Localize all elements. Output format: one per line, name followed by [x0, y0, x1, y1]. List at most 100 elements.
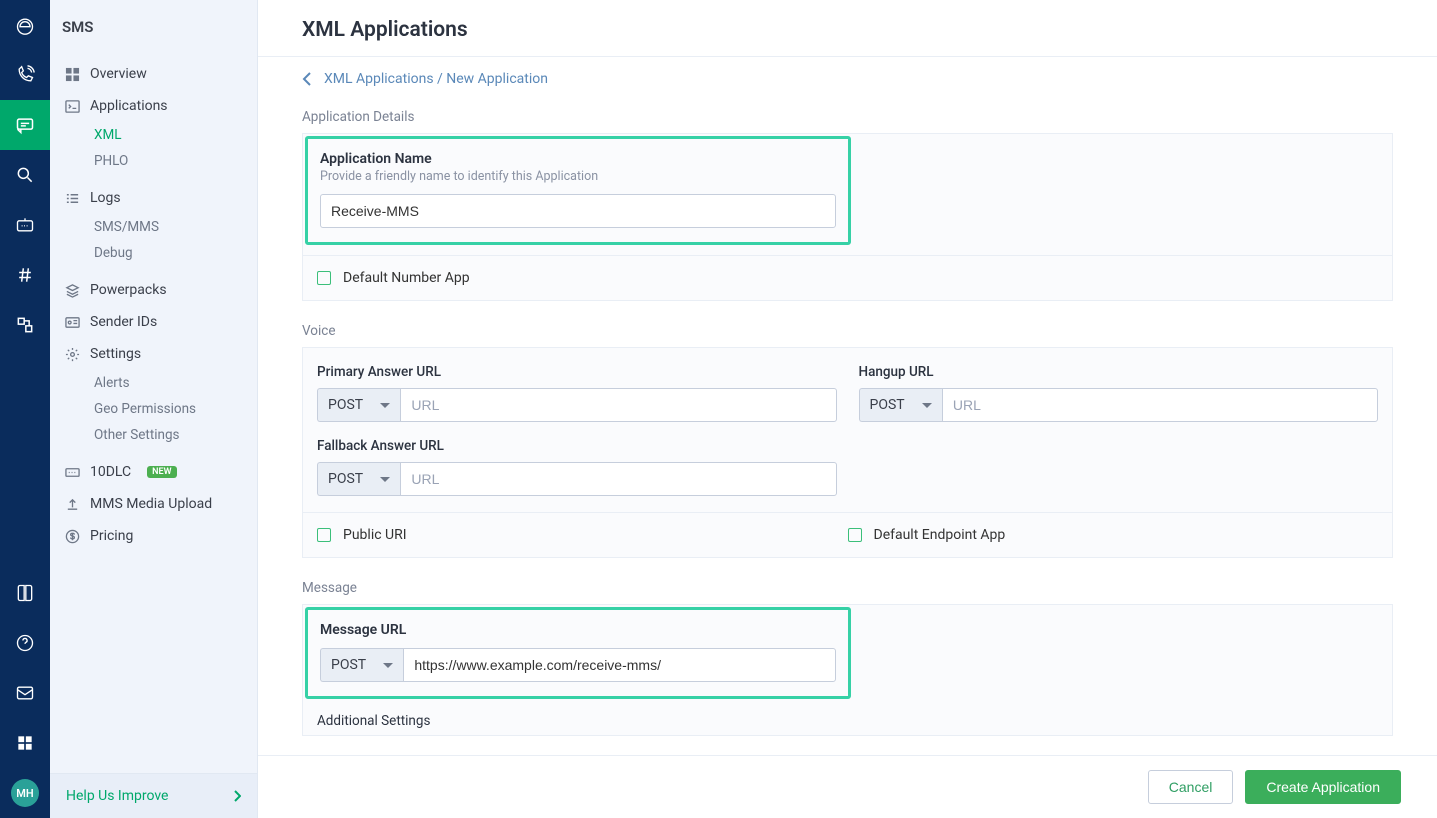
- nav-sender-ids[interactable]: Sender IDs: [50, 306, 257, 338]
- nav-applications-phlo[interactable]: PHLO: [50, 148, 257, 174]
- hangup-url-label: Hangup URL: [859, 364, 1379, 380]
- nav-powerpacks[interactable]: Powerpacks: [50, 274, 257, 306]
- chevron-down-icon: [380, 403, 390, 408]
- badge-new: NEW: [147, 466, 176, 478]
- nav-10dlc[interactable]: 10DLC NEW: [50, 456, 257, 488]
- panel-application-details: Application Name Provide a friendly name…: [302, 133, 1393, 301]
- rail-trunk-icon[interactable]: [0, 300, 50, 350]
- help-label: Help Us Improve: [66, 788, 168, 804]
- chevron-right-icon: [233, 790, 241, 802]
- nav-logs-debug[interactable]: Debug: [50, 240, 257, 266]
- highlight-message-url: Message URL POST: [305, 607, 851, 699]
- chevron-down-icon: [922, 403, 932, 408]
- nav-pricing[interactable]: Pricing: [50, 520, 257, 552]
- nav-label: 10DLC: [90, 464, 131, 480]
- side-nav: SMS Overview Applications XML PHLO Logs …: [50, 0, 258, 818]
- nav-applications[interactable]: Applications: [50, 90, 257, 122]
- message-url-input[interactable]: [403, 648, 836, 682]
- method-value: POST: [870, 397, 905, 413]
- nav-settings-geo[interactable]: Geo Permissions: [50, 396, 257, 422]
- chevron-left-icon: [302, 72, 318, 86]
- nav-settings-alerts[interactable]: Alerts: [50, 370, 257, 396]
- default-number-label: Default Number App: [343, 270, 470, 286]
- default-endpoint-row[interactable]: Default Endpoint App: [848, 527, 1379, 543]
- rail-home-icon[interactable]: [0, 0, 50, 50]
- list-icon: [64, 190, 80, 206]
- dashboard-icon: [64, 66, 80, 82]
- rail-docs-icon[interactable]: [0, 568, 50, 618]
- rail-help-icon[interactable]: [0, 618, 50, 668]
- terminal-icon: [64, 98, 80, 114]
- public-uri-row[interactable]: Public URI: [317, 527, 848, 543]
- message-method-select[interactable]: POST: [320, 648, 403, 682]
- default-endpoint-label: Default Endpoint App: [874, 527, 1006, 543]
- nav-settings-other[interactable]: Other Settings: [50, 422, 257, 448]
- hangup-url-input[interactable]: [942, 388, 1378, 422]
- upload-icon: [64, 496, 80, 512]
- nav-settings[interactable]: Settings: [50, 338, 257, 370]
- default-number-app-row[interactable]: Default Number App: [303, 256, 1392, 300]
- rail-apps-icon[interactable]: [0, 718, 50, 768]
- help-us-improve[interactable]: Help Us Improve: [50, 773, 257, 818]
- hangup-method-select[interactable]: POST: [859, 388, 942, 422]
- rail-voice-icon[interactable]: [0, 50, 50, 100]
- rail-avatar[interactable]: MH: [0, 768, 50, 818]
- gear-icon: [64, 346, 80, 362]
- fallback-answer-url-label: Fallback Answer URL: [317, 438, 837, 454]
- panel-message: Message URL POST Additional Settings: [302, 604, 1393, 736]
- nav-title: SMS: [50, 0, 257, 54]
- section-application-details: Application Details: [302, 109, 1393, 125]
- nav-label: Pricing: [90, 528, 133, 544]
- highlight-application-name: Application Name Provide a friendly name…: [305, 136, 851, 245]
- public-uri-label: Public URI: [343, 527, 407, 543]
- create-application-button[interactable]: Create Application: [1245, 770, 1401, 804]
- additional-settings-label[interactable]: Additional Settings: [303, 699, 1392, 729]
- checkbox-default-number[interactable]: [317, 271, 331, 285]
- method-value: POST: [328, 471, 363, 487]
- application-name-label: Application Name: [320, 151, 836, 167]
- nav-label: Settings: [90, 346, 141, 362]
- chevron-down-icon: [380, 477, 390, 482]
- panel-voice: Primary Answer URL POST Hangup URL: [302, 347, 1393, 558]
- breadcrumb-text: XML Applications / New Application: [324, 71, 548, 87]
- dollar-icon: [64, 528, 80, 544]
- checkbox-public-uri[interactable]: [317, 528, 331, 542]
- checkbox-default-endpoint[interactable]: [848, 528, 862, 542]
- rail-support-icon[interactable]: [0, 668, 50, 718]
- rail-numbers-icon[interactable]: [0, 250, 50, 300]
- dlc-icon: [64, 464, 80, 480]
- stack-icon: [64, 282, 80, 298]
- message-url-label: Message URL: [320, 622, 836, 638]
- application-name-input[interactable]: [320, 194, 836, 228]
- method-value: POST: [328, 397, 363, 413]
- nav-label: Sender IDs: [90, 314, 157, 330]
- main-area: XML Applications XML Applications / New …: [258, 0, 1437, 818]
- primary-answer-url-input[interactable]: [400, 388, 836, 422]
- icon-rail: MH: [0, 0, 50, 818]
- nav-label: Powerpacks: [90, 282, 167, 298]
- nav-mms-upload[interactable]: MMS Media Upload: [50, 488, 257, 520]
- footer: Cancel Create Application: [258, 755, 1437, 818]
- nav-label: Applications: [90, 98, 168, 114]
- nav-applications-xml[interactable]: XML: [50, 122, 257, 148]
- rail-lookup-icon[interactable]: [0, 150, 50, 200]
- main-header: XML Applications: [258, 0, 1437, 57]
- fallback-answer-url-input[interactable]: [400, 462, 836, 496]
- avatar-initials: MH: [11, 779, 39, 807]
- cancel-button[interactable]: Cancel: [1148, 770, 1234, 804]
- page-title: XML Applications: [302, 18, 1393, 42]
- section-voice: Voice: [302, 323, 1393, 339]
- application-name-help: Provide a friendly name to identify this…: [320, 169, 836, 184]
- nav-label: MMS Media Upload: [90, 496, 212, 512]
- rail-messaging-icon[interactable]: [0, 100, 50, 150]
- primary-answer-method-select[interactable]: POST: [317, 388, 400, 422]
- rail-sip-icon[interactable]: [0, 200, 50, 250]
- section-message: Message: [302, 580, 1393, 596]
- fallback-method-select[interactable]: POST: [317, 462, 400, 496]
- nav-logs[interactable]: Logs: [50, 182, 257, 214]
- nav-label: Overview: [90, 66, 147, 82]
- nav-overview[interactable]: Overview: [50, 58, 257, 90]
- nav-logs-sms[interactable]: SMS/MMS: [50, 214, 257, 240]
- id-icon: [64, 314, 80, 330]
- breadcrumb[interactable]: XML Applications / New Application: [258, 57, 1437, 97]
